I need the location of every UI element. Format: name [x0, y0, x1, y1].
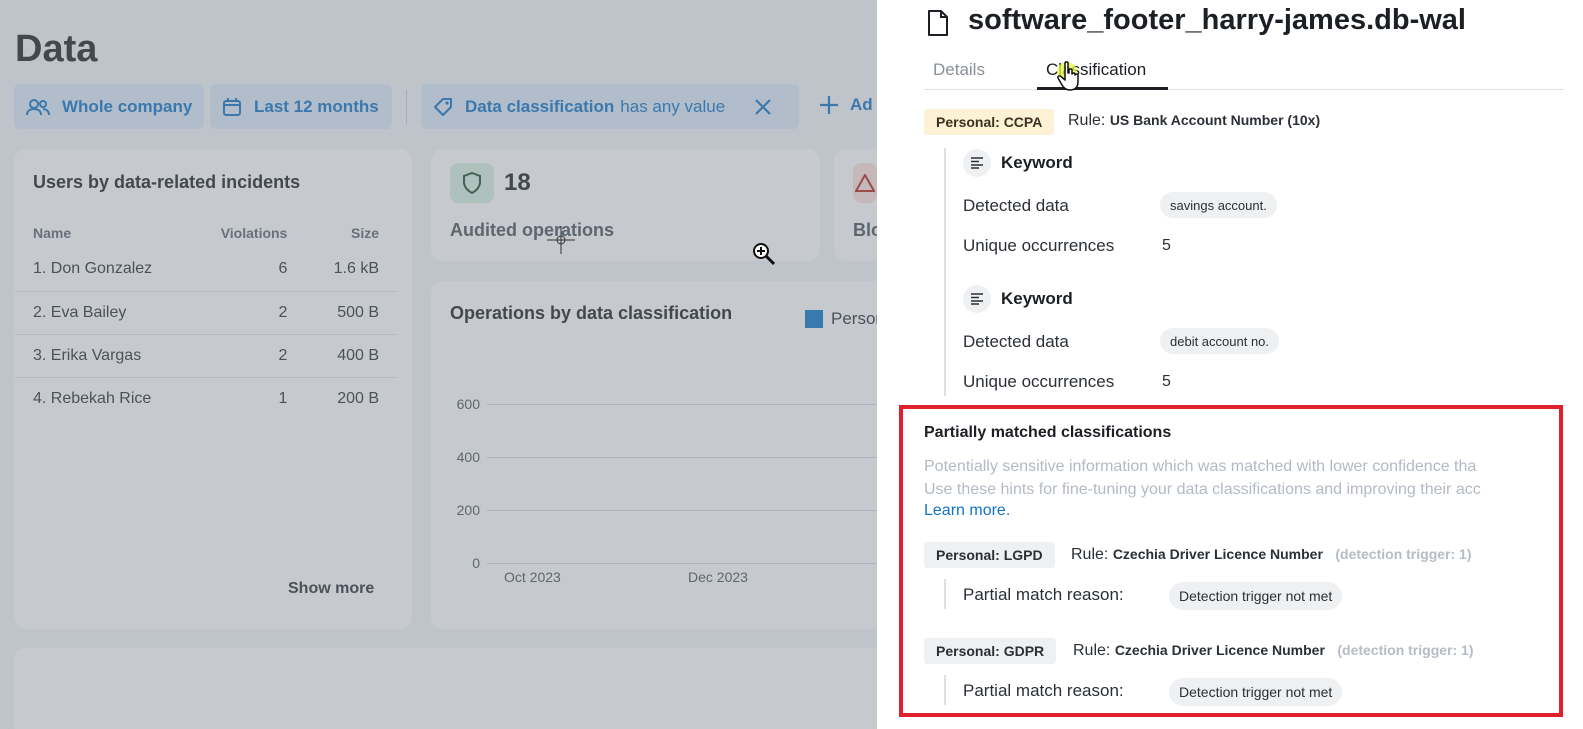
keyword-title: Keyword [1001, 289, 1073, 308]
keyword-icon [963, 149, 991, 177]
zoom-in-icon [753, 243, 776, 266]
unique-occurrences-value: 5 [1162, 237, 1171, 254]
keyword-title: Keyword [1001, 153, 1073, 172]
unique-occurrences-label: Unique occurrences [963, 236, 1115, 255]
detected-data-chip: debit account no. [1160, 328, 1280, 354]
keyword-icon [963, 285, 991, 313]
hand-cursor-icon [1057, 61, 1079, 91]
crosshair-cursor-icon [547, 226, 575, 254]
unique-occurrences-label: Unique occurrences [963, 372, 1115, 391]
tab-divider [924, 89, 1564, 90]
highlight-box [899, 405, 1563, 717]
unique-occurrences-value: 5 [1162, 373, 1171, 390]
modal-overlay[interactable] [0, 0, 877, 729]
rule-name: US Bank Account Number (10x) [1109, 112, 1321, 128]
detected-data-chip: savings account. [1160, 192, 1277, 218]
file-icon [928, 10, 948, 36]
detected-data-label: Detected data [963, 332, 1069, 351]
classification-badge: Personal: CCPA [924, 109, 1055, 135]
detected-data-label: Detected data [963, 196, 1069, 215]
tree-line [944, 148, 946, 396]
tab-details[interactable]: Details [933, 60, 985, 80]
file-name: software_footer_harry-james.db-wal [968, 4, 1466, 36]
rule-prefix: Rule: [1068, 112, 1106, 129]
rule-line: Rule: US Bank Account Number (10x) [1068, 112, 1320, 130]
